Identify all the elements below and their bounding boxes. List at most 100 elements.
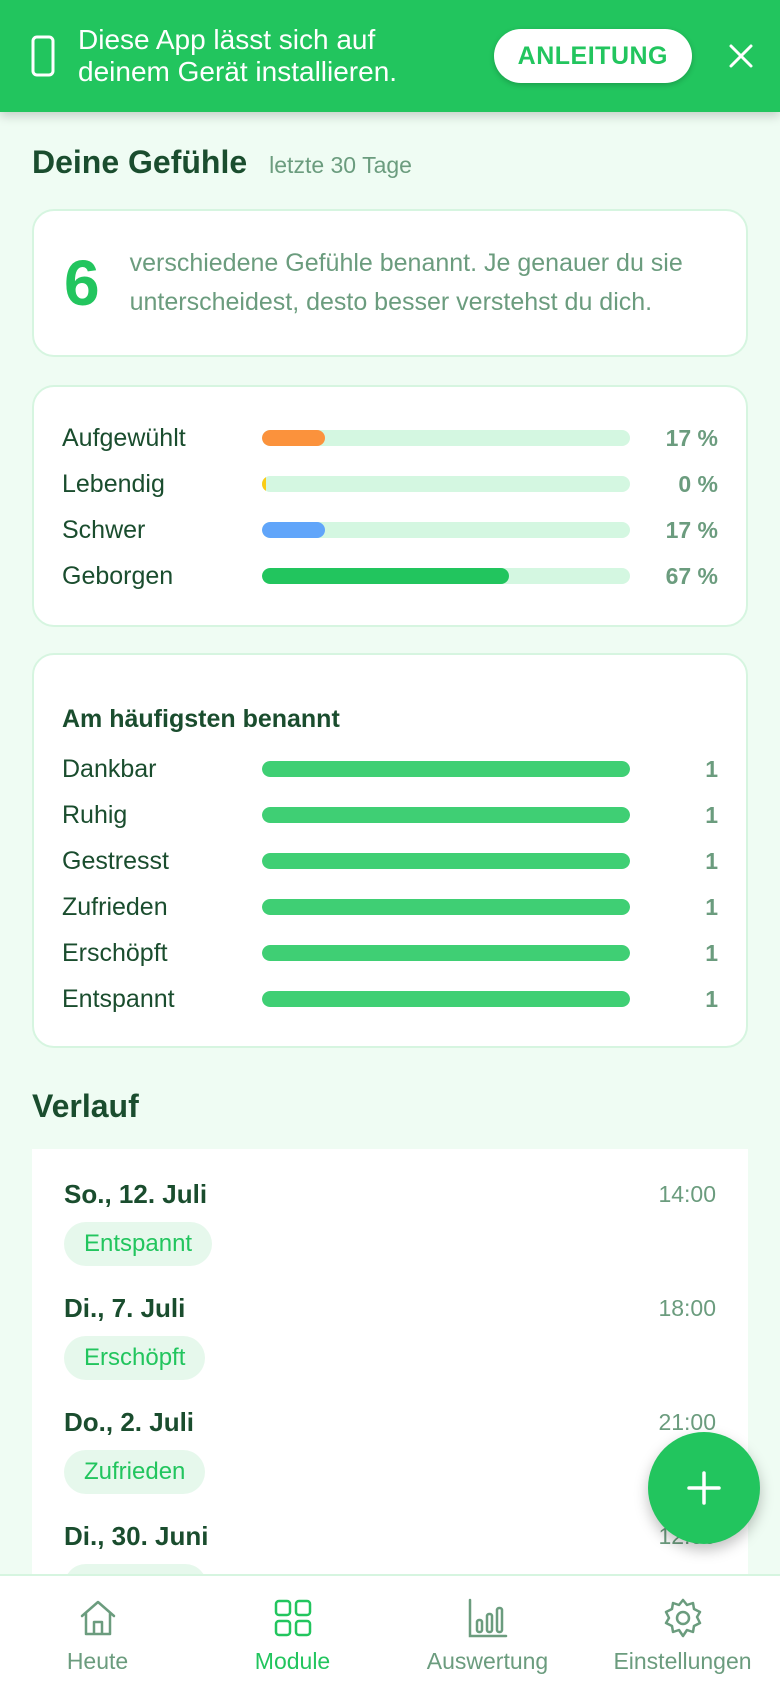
history-entry-time: 18:00	[658, 1295, 716, 1321]
frequent-value: 1	[705, 847, 718, 874]
category-value: 17 %	[665, 516, 718, 543]
category-list: Aufgewühlt 17 % Lebendig 0 % Schwer 17 % Gebor…	[62, 415, 718, 599]
history-entry-time: 14:00	[658, 1181, 716, 1207]
nav-item-module[interactable]: Module	[195, 1576, 390, 1688]
category-value: 67 %	[665, 562, 718, 589]
gear-icon	[664, 1598, 701, 1638]
home-icon	[80, 1600, 115, 1636]
plus-icon	[687, 1471, 721, 1505]
feelings-header: Deine Gefühle letzte 30 Tage	[32, 144, 748, 181]
category-bar-fill	[262, 476, 266, 492]
frequent-value: 1	[705, 939, 718, 966]
history-entry-header: Di., 7. Juli 18:00	[64, 1293, 716, 1324]
frequent-bar-track	[262, 761, 630, 777]
grid-icon	[274, 1599, 311, 1637]
history-entry-date: Di., 30. Juni	[64, 1521, 209, 1551]
category-card: Aufgewühlt 17 % Lebendig 0 % Schwer 17 % Gebor…	[32, 385, 748, 627]
history-list[interactable]: So., 12. Juli 14:00 Entspannt Di., 7. Juli 1…	[32, 1149, 748, 1574]
category-row: Schwer 17 %	[62, 507, 718, 553]
history-entry-header: Di., 30. Juni12:00	[64, 1521, 716, 1552]
category-bar-track	[262, 568, 630, 584]
category-label: Schwer	[62, 515, 146, 544]
category-row: Geborgen 67 %	[62, 553, 718, 599]
frequent-bar-fill	[262, 853, 630, 869]
category-bar-track	[262, 430, 630, 446]
nav-item-einstellungen[interactable]: Einstellungen	[585, 1576, 780, 1688]
frequent-label: Zufrieden	[62, 892, 168, 921]
frequent-bar-fill	[262, 899, 630, 915]
history-entry-header: Do., 2. Juli 21:00	[64, 1407, 716, 1438]
category-label: Geborgen	[62, 561, 174, 590]
category-bar-track	[262, 522, 630, 538]
install-banner-text: Diese App lässt sich auf deinem Gerät in…	[78, 24, 494, 88]
history-entry-date: Do., 2. Juli	[64, 1407, 195, 1437]
feelings-period: letzte 30 Tage	[269, 152, 412, 178]
frequent-value: 1	[705, 985, 718, 1012]
history-entry[interactable]: So., 12. Juli 14:00 Entspannt	[64, 1149, 716, 1266]
history-entry-tag: Entspannt	[64, 1222, 213, 1266]
frequent-list: Dankbar 1 Ruhig 1 Gestresst 1 Zufrieden 1 Erschö…	[62, 746, 718, 1022]
install-banner: Diese App lässt sich auf deinem Gerät in…	[0, 0, 780, 112]
frequent-bar-fill	[262, 945, 630, 961]
frequent-label: Ruhig	[62, 800, 128, 829]
nav-item-auswertung[interactable]: Auswertung	[390, 1576, 585, 1688]
main-content[interactable]: Deine Gefühle letzte 30 Tage 6 verschied…	[0, 112, 780, 1574]
add-entry-button[interactable]	[648, 1432, 760, 1544]
frequent-bar-track	[262, 945, 630, 961]
history-entry-header: So., 12. Juli 14:00	[64, 1179, 716, 1210]
frequent-title: Am häufigsten benannt	[62, 705, 340, 733]
frequent-bar-fill	[262, 807, 630, 823]
nav-item-label: Einstellungen	[613, 1648, 752, 1674]
frequent-bar-track	[262, 853, 630, 869]
nav-item-heute[interactable]: Heute	[0, 1576, 195, 1688]
frequent-card: Am häufigsten benannt Dankbar 1 Ruhig 1 Gest…	[32, 653, 748, 1048]
frequent-bar-fill	[262, 761, 630, 777]
history-entry-tag: Gestresst	[64, 1564, 207, 1574]
frequent-row: Gestresst 1	[62, 838, 718, 884]
frequent-value: 1	[705, 893, 718, 920]
install-banner-line2: deinem Gerät installieren.	[78, 56, 398, 87]
nav-item-label: Auswertung	[426, 1648, 549, 1674]
frequent-value: 1	[705, 755, 718, 782]
feelings-count-text: verschiedene Gefühle benannt. Je genauer…	[129, 249, 683, 316]
history-entry-tag: Erschöpft	[64, 1336, 206, 1380]
phone-icon	[31, 35, 55, 77]
install-banner-line1: Diese App lässt sich auf	[78, 24, 376, 55]
nav-item-label: Heute	[66, 1648, 129, 1674]
history-entry-tag: Zufrieden	[64, 1450, 206, 1494]
history-entry-date: Di., 7. Juli	[64, 1293, 186, 1323]
category-bar-track	[262, 476, 630, 492]
frequent-bar-track	[262, 807, 630, 823]
feelings-title: Deine Gefühle	[32, 144, 248, 180]
category-bar-fill	[262, 522, 325, 538]
close-icon[interactable]	[728, 43, 754, 69]
frequent-label: Gestresst	[62, 846, 169, 875]
category-value: 0 %	[678, 470, 718, 497]
bottom-navigation: Heute Module Auswertung Einstellungen	[0, 1574, 780, 1688]
nav-item-label: Module	[254, 1648, 331, 1674]
feelings-count: 6	[64, 247, 100, 319]
frequent-row: Zufrieden 1	[62, 884, 718, 930]
feelings-count-card: 6 verschiedene Gefühle benannt. Je genau…	[32, 209, 748, 357]
category-row: Lebendig 0 %	[62, 461, 718, 507]
history-entry-date: So., 12. Juli	[64, 1179, 208, 1209]
category-label: Lebendig	[62, 469, 165, 498]
frequent-label: Entspannt	[62, 984, 175, 1013]
category-bar-fill	[262, 430, 325, 446]
category-row: Aufgewühlt 17 %	[62, 415, 718, 461]
frequent-bar-fill	[262, 991, 630, 1007]
frequent-label: Dankbar	[62, 754, 157, 783]
frequent-bar-track	[262, 991, 630, 1007]
category-value: 17 %	[665, 424, 718, 451]
frequent-value: 1	[705, 801, 718, 828]
frequent-row: Dankbar 1	[62, 746, 718, 792]
frequent-bar-track	[262, 899, 630, 915]
category-bar-fill	[262, 568, 509, 584]
guide-button[interactable]: ANLEITUNG	[493, 29, 692, 83]
history-entry[interactable]: Di., 7. Juli 18:00 Erschöpft	[64, 1263, 716, 1380]
frequent-row: Entspannt 1	[62, 976, 718, 1022]
history-title: Verlauf	[32, 1088, 139, 1124]
history-entry[interactable]: Do., 2. Juli 21:00 Zufrieden	[64, 1377, 716, 1494]
history-entry[interactable]: Di., 30. Juni12:00 Gestresst	[64, 1491, 716, 1574]
category-label: Aufgewühlt	[62, 423, 186, 452]
